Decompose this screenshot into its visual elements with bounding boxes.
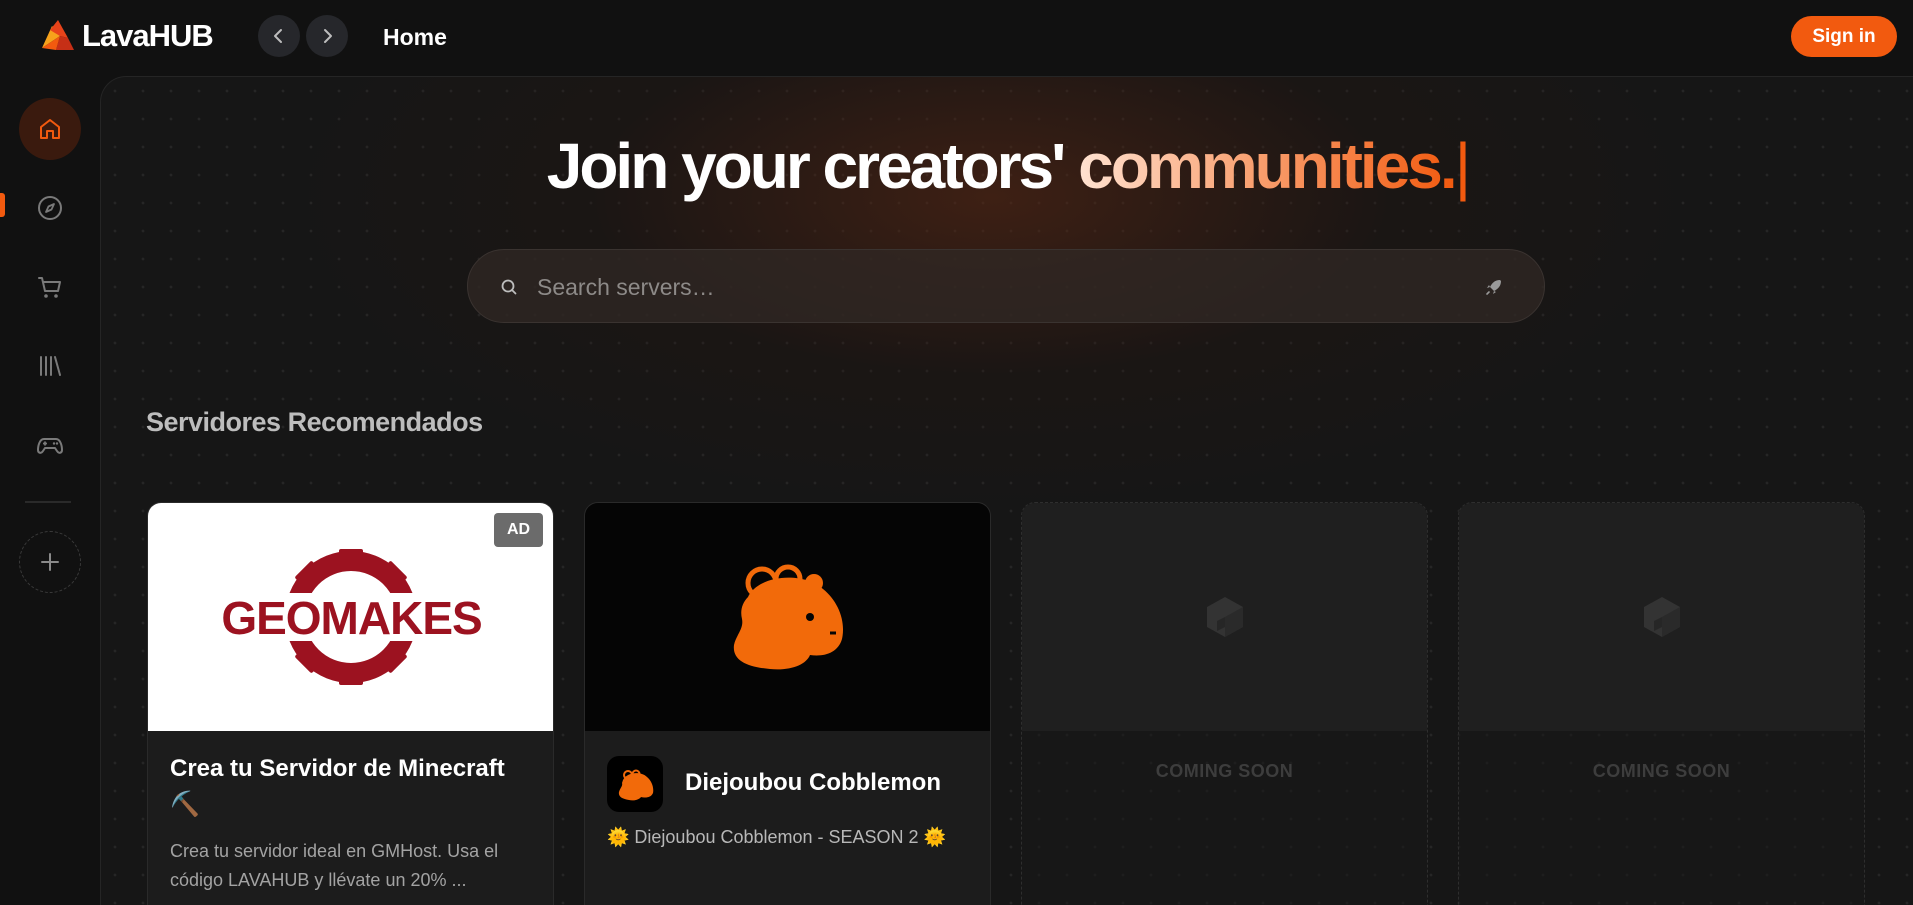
capybara-avatar-icon: [618, 769, 654, 801]
card-description: 🌞 Diejoubou Cobblemon - SEASON 2 🌞: [607, 827, 946, 847]
home-icon: [40, 119, 60, 139]
hero-title-prefix: Join your creators': [546, 130, 1067, 202]
sidebar-item-explore[interactable]: [19, 177, 81, 239]
compass-icon: [38, 196, 62, 220]
sidebar-divider: [25, 501, 71, 503]
plus-icon: [41, 553, 59, 571]
back-button[interactable]: [258, 15, 300, 57]
hero-title-accent: communities.: [1078, 130, 1458, 202]
chevron-left-icon: [274, 29, 282, 43]
card-description: Crea tu servidor ideal en GMHost. Usa el…: [170, 841, 499, 890]
app-logo[interactable]: LavaHUB: [38, 18, 214, 54]
card-title: Diejoubou Cobblemon: [685, 769, 941, 796]
sidebar-item-store[interactable]: [19, 256, 81, 318]
server-card[interactable]: GEOMAKES AD Crea tu Servidor de Minecraf…: [147, 502, 554, 905]
placeholder-card: COMING SOON: [1021, 502, 1428, 905]
page-title: Home: [383, 24, 447, 50]
ad-badge: AD: [494, 513, 543, 547]
section-title: Servidores Recomendados: [146, 407, 483, 437]
add-server-button[interactable]: [19, 531, 81, 593]
card-banner: [585, 503, 990, 731]
sidebar-item-home[interactable]: [19, 98, 81, 160]
card-title: Crea tu Servidor de Minecraft ⛏️: [170, 755, 505, 818]
rocket-icon[interactable]: [1484, 277, 1504, 297]
app-name: LavaHUB: [82, 18, 214, 53]
chevron-right-icon: [324, 29, 332, 43]
hero-title: Join your creators' communities.|: [101, 129, 1913, 203]
search-input[interactable]: [537, 268, 1437, 306]
forward-button[interactable]: [306, 15, 348, 57]
typing-caret: |: [1454, 130, 1472, 202]
active-indicator: [0, 193, 5, 217]
sign-in-button[interactable]: Sign in: [1791, 16, 1897, 57]
card-banner: [1459, 503, 1864, 731]
cart-icon: [38, 277, 61, 298]
cube-icon: [1643, 597, 1680, 637]
top-bar: LavaHUB Home Sign in: [0, 0, 1913, 76]
search-icon: [501, 279, 517, 295]
sidebar-item-library[interactable]: [19, 335, 81, 397]
coming-soon-label: COMING SOON: [1592, 761, 1731, 781]
cube-icon: [1206, 597, 1243, 637]
geomakes-logo-text: GEOMAKES: [221, 592, 481, 644]
card-banner: [1022, 503, 1427, 731]
sidebar-item-games[interactable]: [19, 414, 81, 476]
gamepad-icon: [37, 438, 63, 454]
search-bar[interactable]: [467, 249, 1545, 323]
server-card[interactable]: Diejoubou Cobblemon 🌞 Diejoubou Cobblemo…: [584, 502, 991, 905]
server-avatar: [607, 756, 663, 812]
placeholder-card: COMING SOON: [1458, 502, 1865, 905]
sidebar: [0, 76, 100, 905]
main-panel: Join your creators' communities.| Servid…: [100, 76, 1913, 905]
coming-soon-label: COMING SOON: [1155, 761, 1294, 781]
library-icon: [40, 356, 61, 376]
card-banner: GEOMAKES: [148, 503, 553, 731]
capybara-logo: [733, 564, 843, 670]
lava-logo-icon: [42, 20, 74, 50]
